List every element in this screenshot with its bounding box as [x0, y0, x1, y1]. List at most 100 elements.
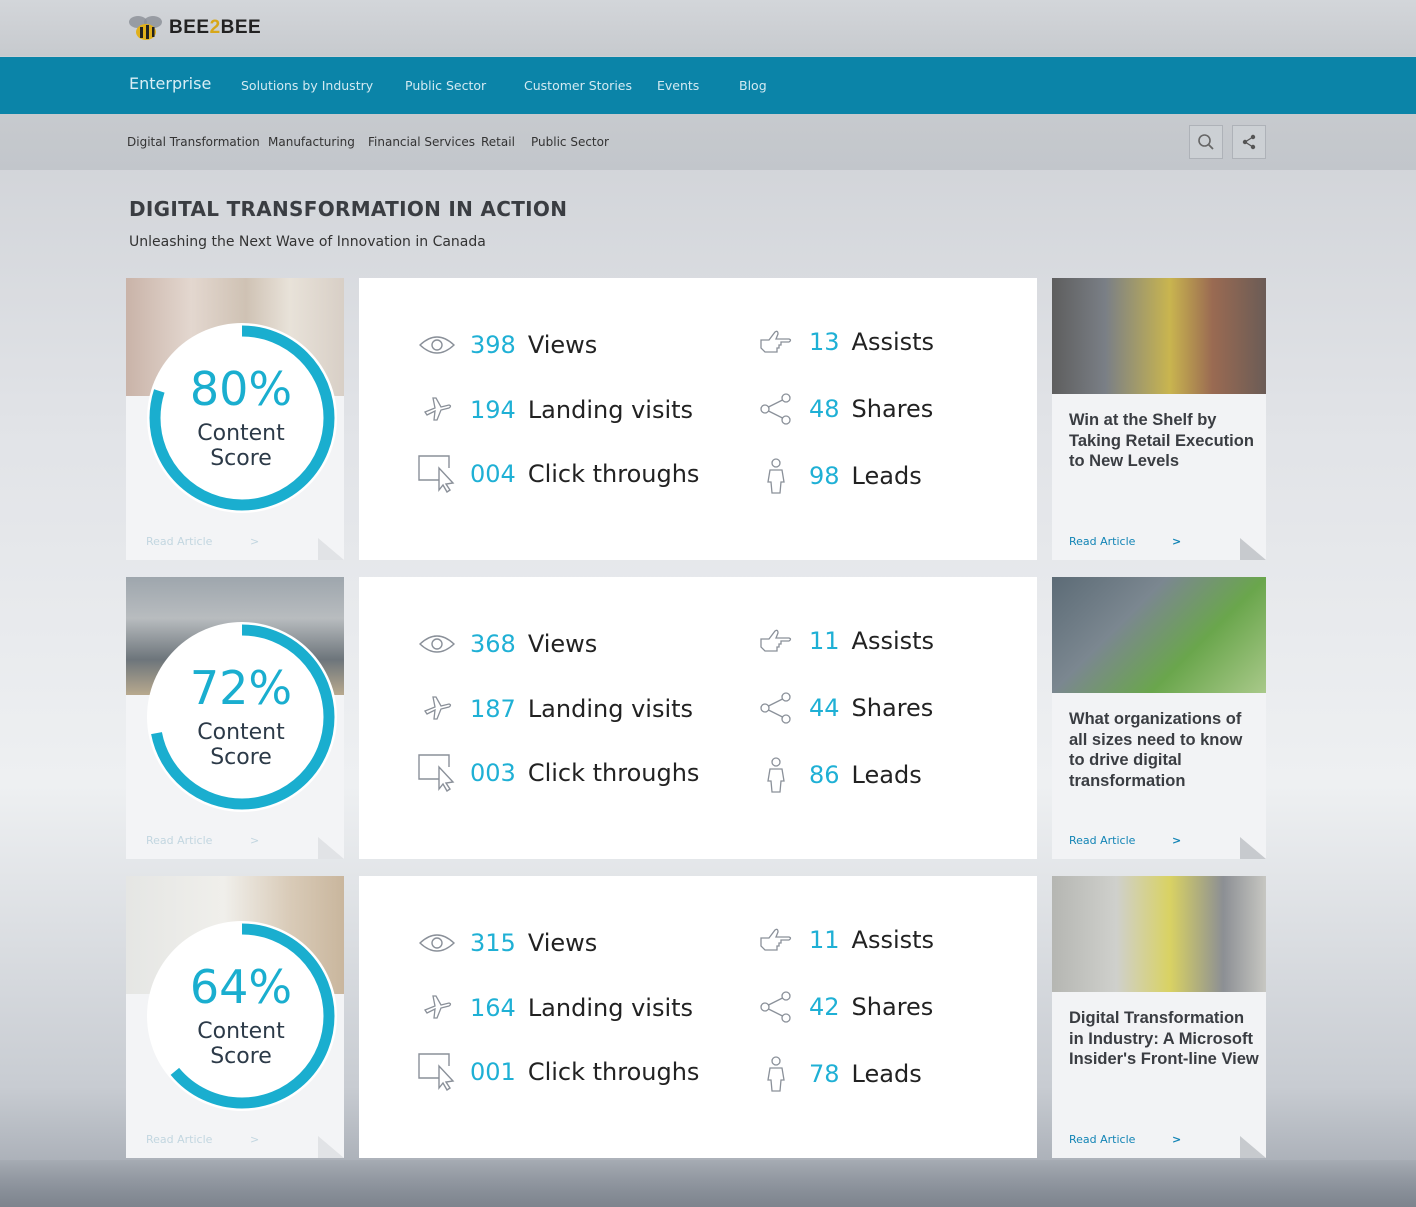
stat-views-value: 398	[470, 331, 516, 359]
hand-point-icon	[755, 920, 797, 960]
score-card[interactable]: 72% Content Score Read Article >	[126, 577, 344, 859]
stat-clicks-value: 001	[470, 1058, 516, 1086]
stat-leads-value: 78	[809, 1060, 840, 1088]
stat-landing-value: 187	[470, 695, 516, 723]
article-card[interactable]: Digital Transformation in Industry: A Mi…	[1052, 876, 1266, 1158]
share-button[interactable]	[1232, 125, 1266, 159]
stat-assists-label: Assists	[851, 328, 935, 356]
nav-item-solutions[interactable]: Solutions by Industry	[241, 78, 373, 93]
stat-landing: 187 Landing visits	[416, 689, 693, 729]
read-article-link[interactable]: Read Article	[1069, 535, 1135, 548]
subnav-item-financial-services[interactable]: Financial Services	[368, 135, 475, 149]
subnav-item-digital-transformation[interactable]: Digital Transformation	[127, 135, 260, 149]
logo[interactable]: BEE2BEE	[127, 13, 261, 43]
stat-assists-value: 13	[809, 328, 840, 356]
stat-shares-value: 42	[809, 993, 840, 1021]
cursor-click-icon	[416, 753, 458, 793]
stat-views-label: Views	[527, 331, 598, 359]
stat-landing: 164 Landing visits	[416, 988, 693, 1028]
stat-leads-label: Leads	[851, 761, 922, 789]
page-subtitle: Unleashing the Next Wave of Innovation i…	[129, 234, 486, 250]
stat-assists-value: 11	[809, 627, 840, 655]
share-icon	[1242, 134, 1256, 150]
main-nav: Enterprise Solutions by Industry Public …	[0, 57, 1416, 114]
stat-views: 315 Views	[416, 923, 597, 963]
eye-icon	[416, 325, 458, 365]
stat-landing-label: Landing visits	[527, 695, 694, 723]
stat-shares-value: 44	[809, 694, 840, 722]
nav-item-events[interactable]: Events	[657, 78, 699, 93]
logo-prefix: BEE	[169, 17, 210, 38]
read-article-arrow[interactable]: >	[250, 535, 259, 548]
eye-icon	[416, 624, 458, 664]
content-score-label-1: Content	[197, 421, 285, 446]
nav-brand-enterprise[interactable]: Enterprise	[129, 74, 211, 93]
top-bar: BEE2BEE	[0, 0, 1416, 56]
content-score-percent: 64%	[189, 960, 293, 1014]
nav-item-public-sector[interactable]: Public Sector	[405, 78, 486, 93]
subnav-item-retail[interactable]: Retail	[481, 135, 515, 149]
read-article-arrow[interactable]: >	[1172, 834, 1181, 847]
read-article-arrow[interactable]: >	[1172, 1133, 1181, 1146]
article-title[interactable]: What organizations of all sizes need to …	[1069, 709, 1259, 791]
content-score-label-1: Content	[197, 1019, 285, 1044]
person-icon	[755, 755, 797, 795]
read-article-arrow[interactable]: >	[1172, 535, 1181, 548]
hand-point-icon	[755, 322, 797, 362]
stat-shares: 44 Shares	[755, 688, 933, 728]
airplane-icon	[416, 689, 458, 729]
search-button[interactable]	[1189, 125, 1223, 159]
bottom-fade	[0, 1160, 1416, 1207]
read-article-link[interactable]: Read Article	[146, 834, 212, 847]
nav-item-customer-stories[interactable]: Customer Stories	[524, 78, 632, 93]
page-fold	[1240, 837, 1266, 859]
page-fold	[318, 538, 344, 560]
score-card[interactable]: 64% Content Score Read Article >	[126, 876, 344, 1158]
read-article-link[interactable]: Read Article	[146, 1133, 212, 1146]
article-title[interactable]: Win at the Shelf by Taking Retail Execut…	[1069, 410, 1259, 472]
subnav-item-manufacturing[interactable]: Manufacturing	[268, 135, 355, 149]
nav-item-blog[interactable]: Blog	[739, 78, 767, 93]
read-article-link[interactable]: Read Article	[1069, 1133, 1135, 1146]
article-card[interactable]: What organizations of all sizes need to …	[1052, 577, 1266, 859]
stat-shares-label: Shares	[851, 395, 934, 423]
stat-landing: 194 Landing visits	[416, 390, 693, 430]
stat-leads: 86 Leads	[755, 755, 922, 795]
content-score-percent: 72%	[189, 661, 293, 715]
stat-views-label: Views	[527, 929, 598, 957]
content-score-label-2: Score	[210, 446, 272, 471]
read-article-arrow[interactable]: >	[250, 1133, 259, 1146]
content-score-percent: 80%	[189, 362, 293, 416]
stat-clicks: 004 Click throughs	[416, 454, 699, 494]
read-article-link[interactable]: Read Article	[1069, 834, 1135, 847]
hand-point-icon	[755, 621, 797, 661]
read-article-arrow[interactable]: >	[250, 834, 259, 847]
article-image	[1052, 278, 1266, 394]
eye-icon	[416, 923, 458, 963]
airplane-icon	[416, 988, 458, 1028]
stat-views-value: 368	[470, 630, 516, 658]
content-score-ring	[147, 921, 337, 1111]
stat-shares-label: Shares	[851, 993, 934, 1021]
stat-shares: 48 Shares	[755, 389, 933, 429]
content-score-ring	[147, 622, 337, 812]
stat-leads-label: Leads	[851, 1060, 922, 1088]
stat-leads: 98 Leads	[755, 456, 922, 496]
stat-views-label: Views	[527, 630, 598, 658]
stat-leads-value: 98	[809, 462, 840, 490]
subnav-item-public-sector[interactable]: Public Sector	[531, 135, 609, 149]
article-card[interactable]: Win at the Shelf by Taking Retail Execut…	[1052, 278, 1266, 560]
page-fold	[1240, 1136, 1266, 1158]
stat-views: 368 Views	[416, 624, 597, 664]
person-icon	[755, 456, 797, 496]
page-fold	[318, 837, 344, 859]
article-title[interactable]: Digital Transformation in Industry: A Mi…	[1069, 1008, 1259, 1070]
content-score-label-2: Score	[210, 745, 272, 770]
stat-clicks-value: 004	[470, 460, 516, 488]
share-icon	[755, 987, 797, 1027]
score-card[interactable]: 80% Content Score Read Article >	[126, 278, 344, 560]
stat-assists: 11 Assists	[755, 621, 934, 661]
read-article-link[interactable]: Read Article	[146, 535, 212, 548]
stats-card: 398 Views 194 Landing visits 004 Click t…	[359, 278, 1037, 560]
page-fold	[1240, 538, 1266, 560]
